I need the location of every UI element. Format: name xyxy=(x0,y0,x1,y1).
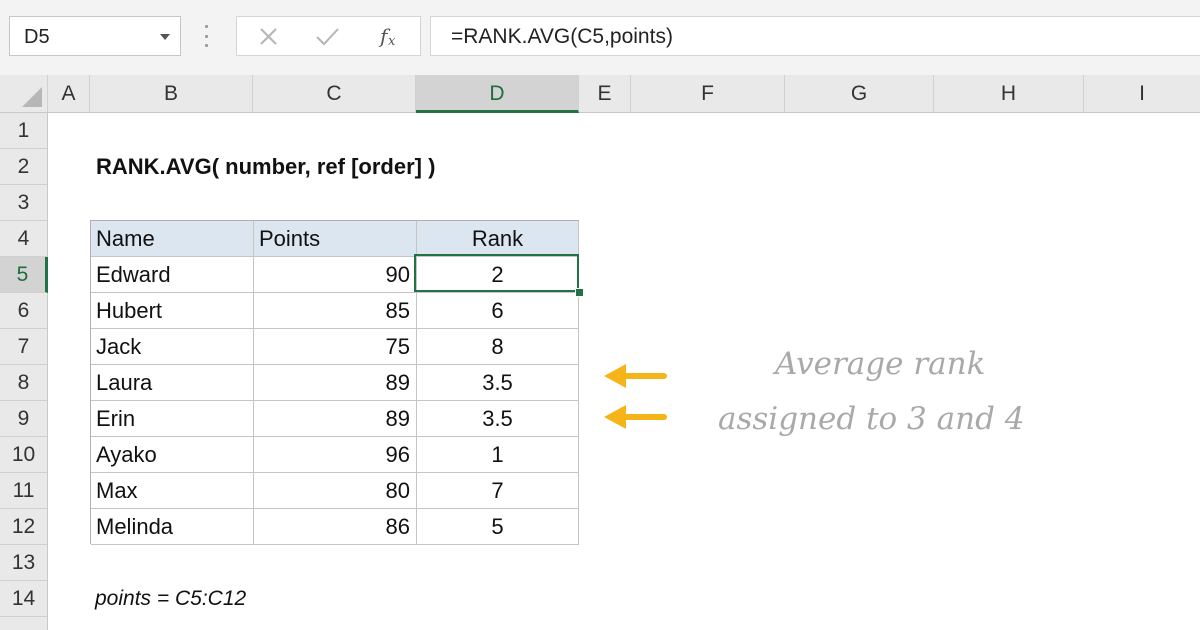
points-cell[interactable]: 75 xyxy=(254,329,417,365)
formula-buttons: f x xyxy=(236,16,421,56)
syntax-heading[interactable]: RANK.AVG( number, ref [order] ) xyxy=(96,149,435,185)
name-cell[interactable]: Ayako xyxy=(91,437,254,473)
points-cell[interactable]: 96 xyxy=(254,437,417,473)
row-header-4[interactable]: 4 xyxy=(0,221,48,257)
rank-cell[interactable]: 5 xyxy=(417,509,579,545)
header-rank-cell[interactable]: Rank xyxy=(417,221,579,257)
enter-button[interactable] xyxy=(303,17,353,55)
row-header-10[interactable]: 10 xyxy=(0,437,48,473)
select-all-triangle-icon xyxy=(22,87,42,107)
rank-cell[interactable]: 1 xyxy=(417,437,579,473)
rank-cell[interactable]: 6 xyxy=(417,293,579,329)
column-header-i[interactable]: I xyxy=(1084,75,1200,113)
formula-bar: D5 f x =RANK.AVG(C5,points) xyxy=(0,0,1200,75)
column-header-a[interactable]: A xyxy=(48,75,90,113)
insert-function-button[interactable]: f x xyxy=(367,17,417,55)
header-name-cell[interactable]: Name xyxy=(91,221,254,257)
column-header-f[interactable]: F xyxy=(631,75,785,113)
chevron-down-icon[interactable] xyxy=(160,34,170,40)
check-icon xyxy=(316,28,339,46)
row-header-9[interactable]: 9 xyxy=(0,401,48,437)
annotation-line-2: assigned to 3 and 4 xyxy=(718,401,1025,437)
name-cell[interactable]: Laura xyxy=(91,365,254,401)
column-header-c[interactable]: C xyxy=(253,75,416,113)
column-header-h[interactable]: H xyxy=(934,75,1084,113)
name-cell[interactable]: Melinda xyxy=(91,509,254,545)
fx-icon: f x xyxy=(378,24,396,49)
name-cell[interactable]: Hubert xyxy=(91,293,254,329)
name-cell[interactable]: Max xyxy=(91,473,254,509)
row-header-15[interactable] xyxy=(0,617,48,630)
row-header-8[interactable]: 8 xyxy=(0,365,48,401)
row-header-6[interactable]: 6 xyxy=(0,293,48,329)
name-cell[interactable]: Edward xyxy=(91,257,254,293)
row-header-11[interactable]: 11 xyxy=(0,473,48,509)
fill-handle[interactable] xyxy=(575,288,584,297)
row-header-3[interactable]: 3 xyxy=(0,185,48,221)
formula-input[interactable]: =RANK.AVG(C5,points) xyxy=(430,16,1200,56)
name-box[interactable]: D5 xyxy=(9,16,181,56)
grip-icon[interactable] xyxy=(205,25,209,47)
select-all-button[interactable] xyxy=(0,75,48,113)
formula-text: =RANK.AVG(C5,points) xyxy=(451,25,673,48)
name-cell[interactable]: Erin xyxy=(91,401,254,437)
points-cell[interactable]: 89 xyxy=(254,365,417,401)
points-cell[interactable]: 85 xyxy=(254,293,417,329)
row-header-7[interactable]: 7 xyxy=(0,329,48,365)
row-header-12[interactable]: 12 xyxy=(0,509,48,545)
points-cell[interactable]: 80 xyxy=(254,473,417,509)
row-header-5[interactable]: 5 xyxy=(0,257,48,293)
annotation-line-1: Average rank xyxy=(775,346,986,382)
active-cell-border[interactable] xyxy=(414,254,579,292)
points-cell[interactable]: 86 xyxy=(254,509,417,545)
name-cell[interactable]: Jack xyxy=(91,329,254,365)
arrow-left-icon xyxy=(604,364,667,388)
close-icon xyxy=(260,28,277,45)
column-header-e[interactable]: E xyxy=(579,75,631,113)
cancel-button[interactable] xyxy=(243,17,293,55)
row-header-14[interactable]: 14 xyxy=(0,581,48,617)
row-header-1[interactable]: 1 xyxy=(0,113,48,149)
points-cell[interactable]: 90 xyxy=(254,257,417,293)
rank-cell[interactable]: 3.5 xyxy=(417,401,579,437)
header-points-cell[interactable]: Points xyxy=(254,221,417,257)
row-header-13[interactable]: 13 xyxy=(0,545,48,581)
name-box-value: D5 xyxy=(24,26,50,48)
column-header-b[interactable]: B xyxy=(90,75,253,113)
column-header-g[interactable]: G xyxy=(785,75,934,113)
rank-cell[interactable]: 8 xyxy=(417,329,579,365)
arrow-left-icon xyxy=(604,405,667,429)
row-header-2[interactable]: 2 xyxy=(0,149,48,185)
named-range-note[interactable]: points = C5:C12 xyxy=(95,581,246,617)
column-header-d[interactable]: D xyxy=(416,75,579,113)
points-cell[interactable]: 89 xyxy=(254,401,417,437)
excel-window: D5 f x =RANK.AVG(C5,points) A B C D E F … xyxy=(0,0,1200,630)
rank-cell[interactable]: 7 xyxy=(417,473,579,509)
svg-text:x: x xyxy=(388,34,396,49)
rank-cell[interactable]: 3.5 xyxy=(417,365,579,401)
